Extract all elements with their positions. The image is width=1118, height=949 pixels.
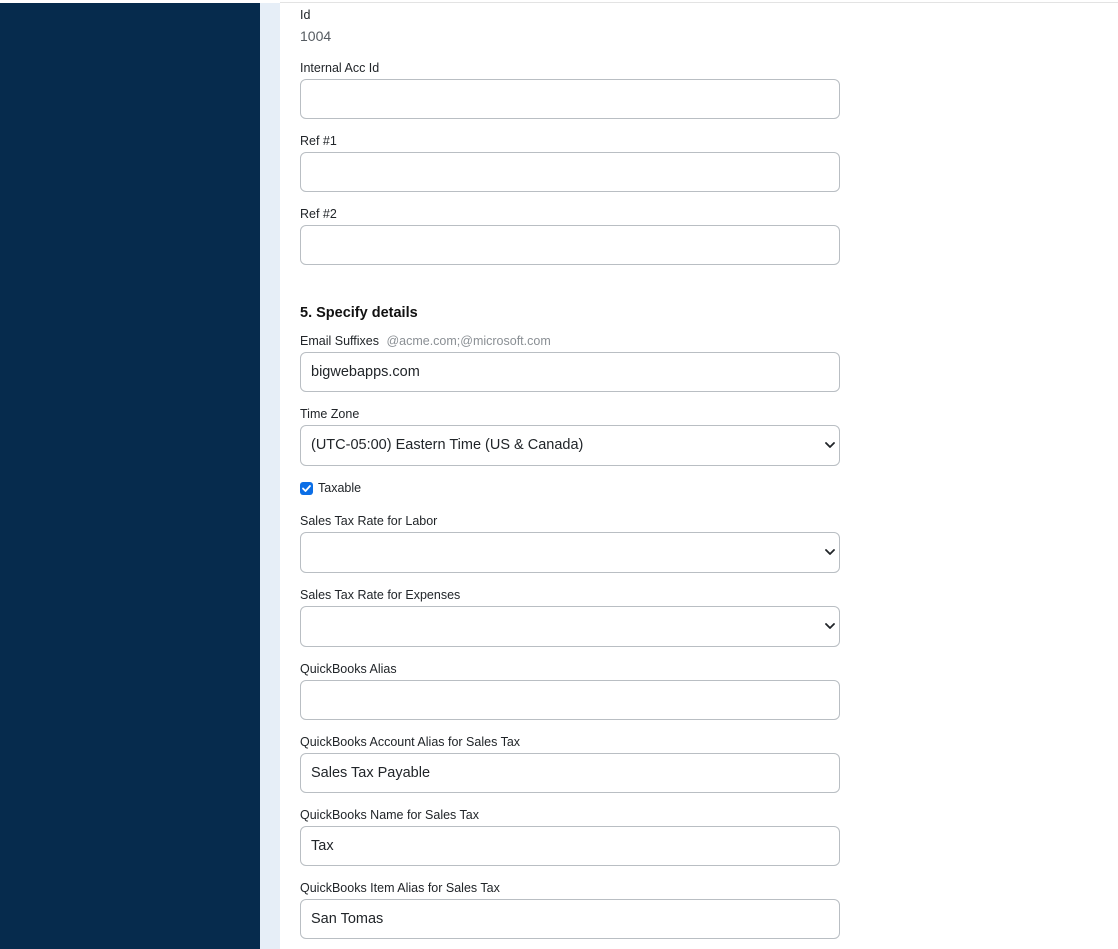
sidebar xyxy=(0,3,260,949)
ref2-label: Ref #2 xyxy=(300,207,337,221)
ref1-input[interactable] xyxy=(300,152,840,192)
sales-tax-expenses-field: Sales Tax Rate for Expenses xyxy=(300,588,840,647)
chevron-down-icon xyxy=(825,442,835,448)
section-title: 5. Specify details xyxy=(300,305,418,321)
time-zone-selected-value: (UTC-05:00) Eastern Time (US & Canada) xyxy=(311,437,584,453)
qb-alias-field: QuickBooks Alias xyxy=(300,662,840,720)
qb-name-input[interactable] xyxy=(300,826,840,866)
internal-acc-id-label: Internal Acc Id xyxy=(300,61,380,75)
qb-item-alias-field: QuickBooks Item Alias for Sales Tax xyxy=(300,881,840,939)
qb-alias-label: QuickBooks Alias xyxy=(300,662,397,676)
qb-item-alias-input[interactable] xyxy=(300,899,840,939)
sales-tax-labor-select[interactable] xyxy=(300,532,840,573)
chevron-down-icon xyxy=(825,623,835,629)
email-suffixes-field: Email Suffixes @acme.com;@microsoft.com xyxy=(300,334,840,392)
time-zone-field: Time Zone (UTC-05:00) Eastern Time (US &… xyxy=(300,407,840,466)
taxable-row: Taxable xyxy=(300,480,361,496)
qb-account-alias-label: QuickBooks Account Alias for Sales Tax xyxy=(300,735,521,749)
ref2-input[interactable] xyxy=(300,225,840,265)
qb-item-alias-label: QuickBooks Item Alias for Sales Tax xyxy=(300,881,500,895)
email-suffixes-input[interactable] xyxy=(300,352,840,392)
sales-tax-labor-field: Sales Tax Rate for Labor xyxy=(300,514,840,573)
chevron-down-icon xyxy=(825,549,835,555)
id-field: Id 1004 xyxy=(300,8,840,44)
id-label: Id xyxy=(300,8,311,22)
ref1-label: Ref #1 xyxy=(300,134,337,148)
ref1-field: Ref #1 xyxy=(300,134,840,192)
qb-name-field: QuickBooks Name for Sales Tax xyxy=(300,808,840,866)
email-suffixes-label: Email Suffixes xyxy=(300,334,379,348)
top-divider xyxy=(280,2,1118,3)
qb-account-alias-field: QuickBooks Account Alias for Sales Tax xyxy=(300,735,840,793)
time-zone-label: Time Zone xyxy=(300,407,360,421)
sales-tax-expenses-label: Sales Tax Rate for Expenses xyxy=(300,588,461,602)
taxable-label: Taxable xyxy=(318,481,362,495)
taxable-checkbox[interactable] xyxy=(300,481,313,495)
internal-acc-id-input[interactable] xyxy=(300,79,840,119)
internal-acc-id-field: Internal Acc Id xyxy=(300,61,840,119)
time-zone-select[interactable]: (UTC-05:00) Eastern Time (US & Canada) xyxy=(300,425,840,466)
qb-name-label: QuickBooks Name for Sales Tax xyxy=(300,808,480,822)
check-icon xyxy=(302,484,311,492)
email-suffixes-label-row: Email Suffixes @acme.com;@microsoft.com xyxy=(300,334,840,349)
email-suffixes-hint: @acme.com;@microsoft.com xyxy=(386,334,551,348)
sales-tax-expenses-select[interactable] xyxy=(300,606,840,647)
qb-account-alias-input[interactable] xyxy=(300,753,840,793)
id-value: 1004 xyxy=(300,28,332,44)
ref2-field: Ref #2 xyxy=(300,207,840,265)
content-gutter xyxy=(260,3,280,949)
qb-alias-input[interactable] xyxy=(300,680,840,720)
sales-tax-labor-label: Sales Tax Rate for Labor xyxy=(300,514,438,528)
